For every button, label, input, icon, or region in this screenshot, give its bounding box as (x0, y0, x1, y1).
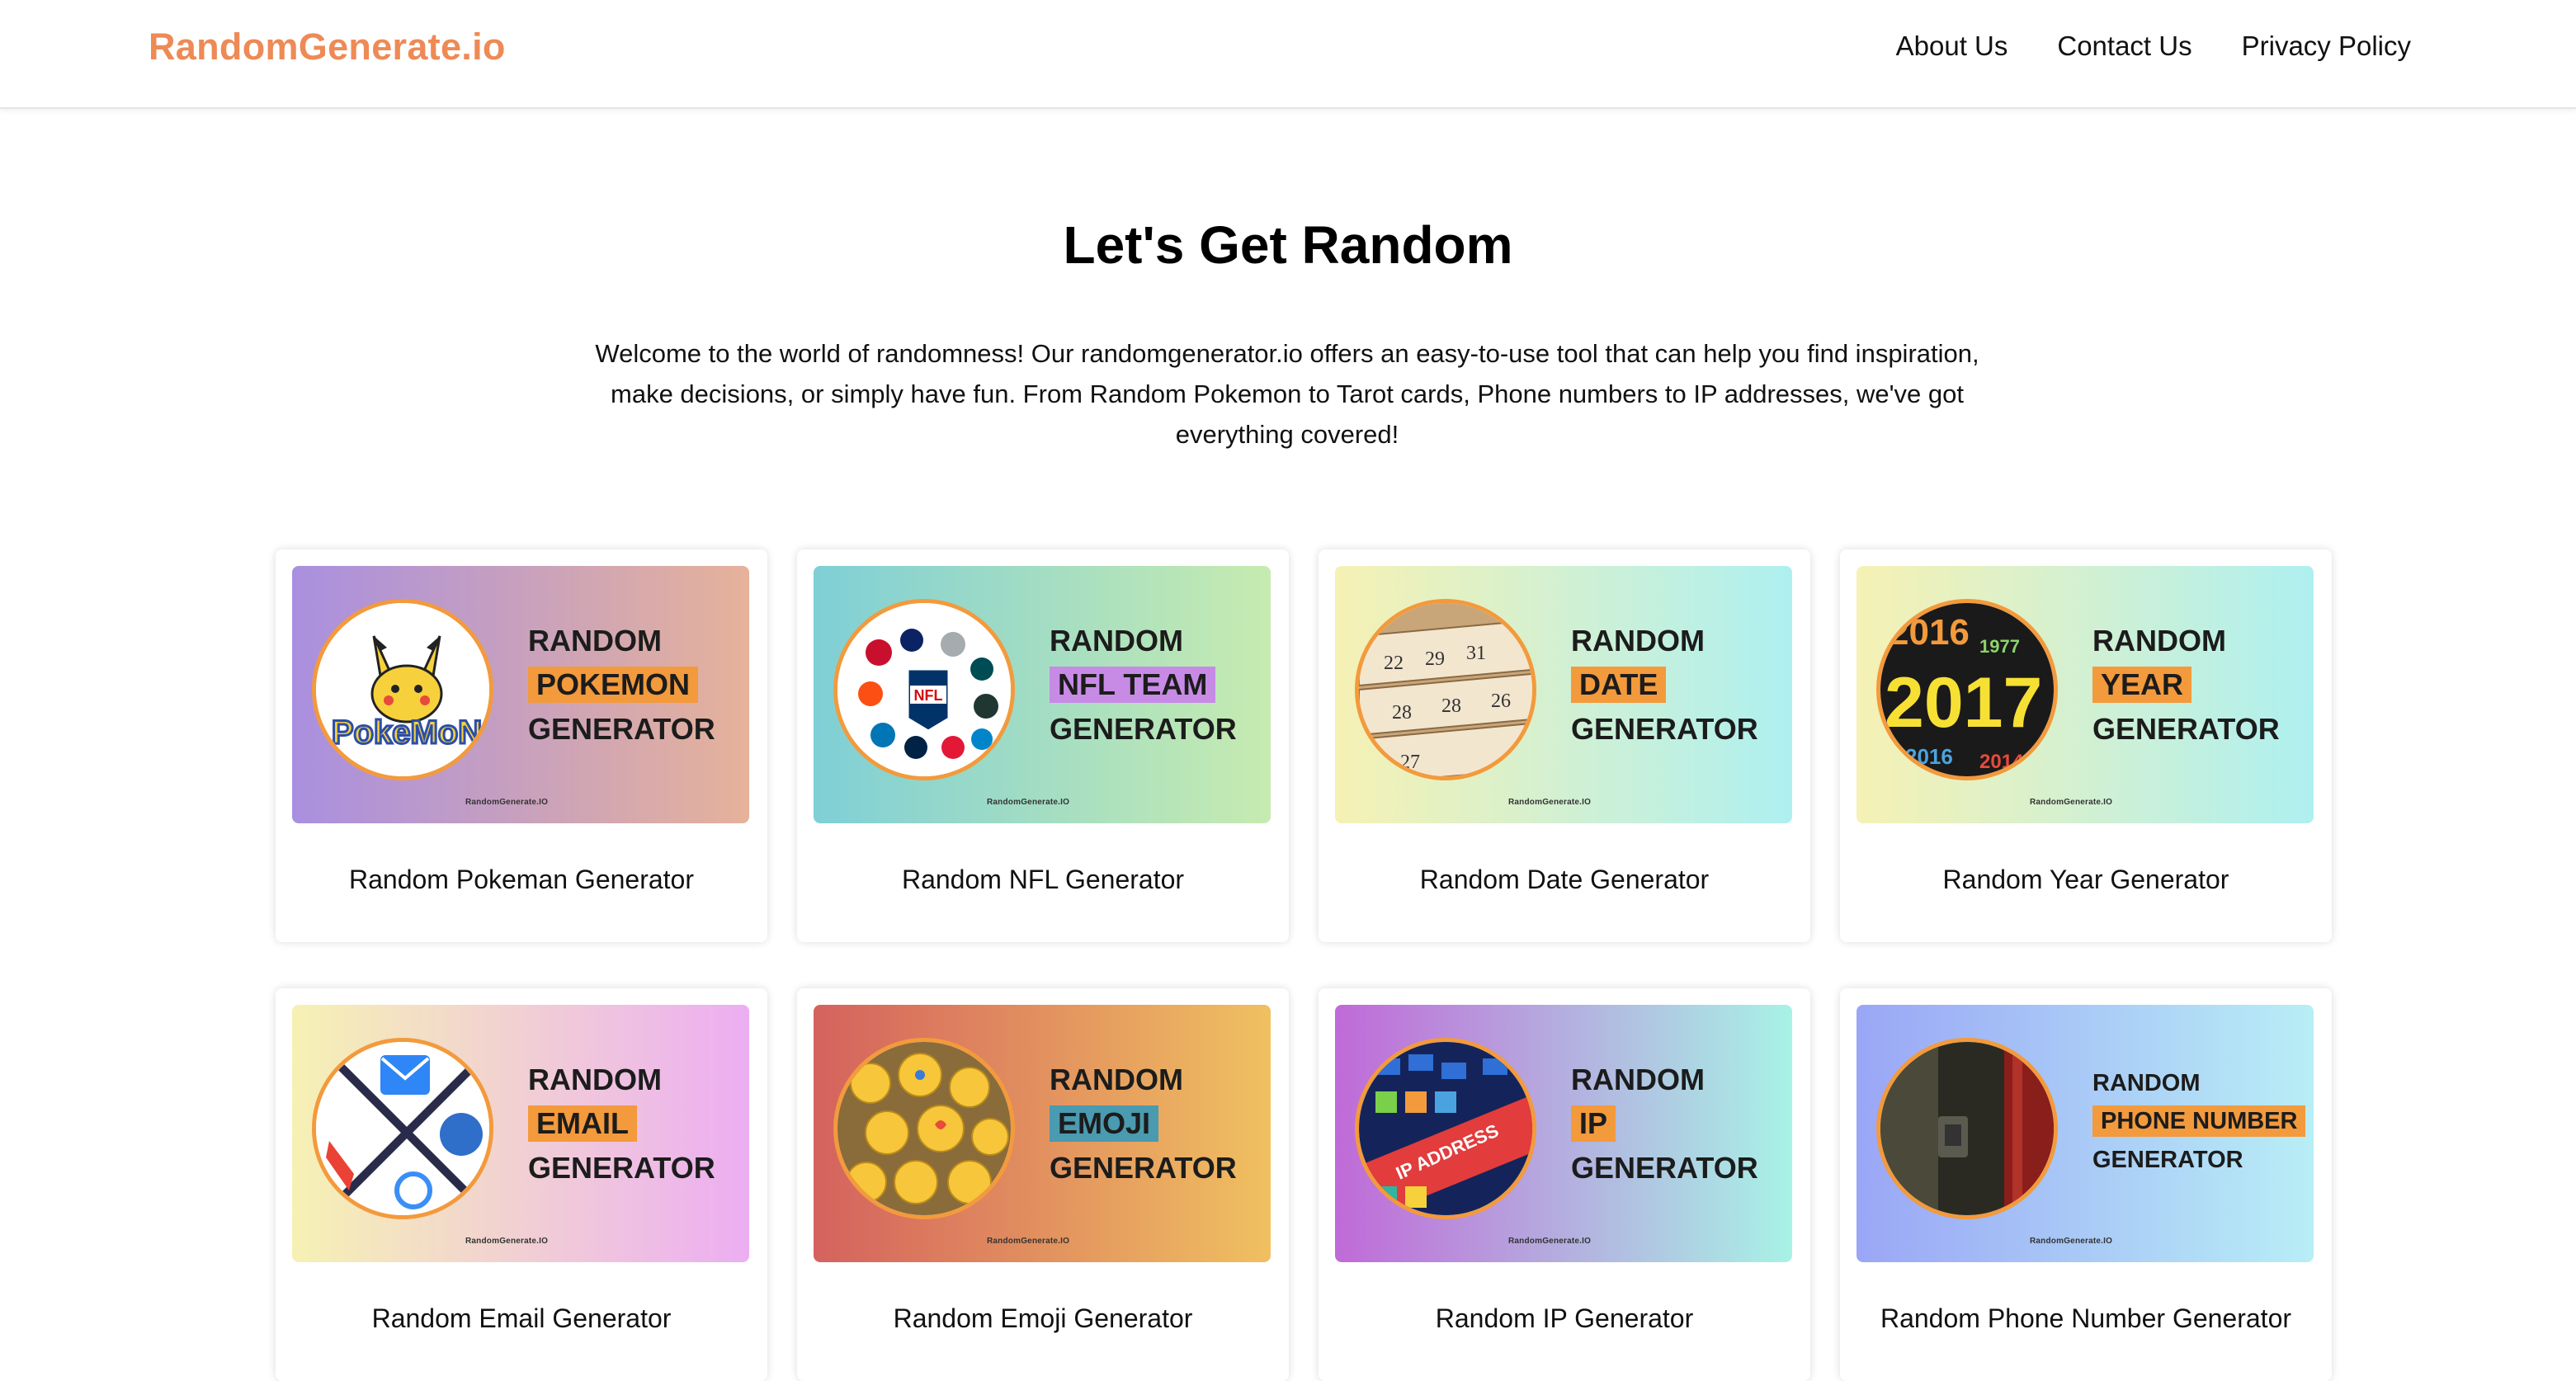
banner-text: RANDOM POKEMON GENERATOR (528, 619, 743, 751)
banner-site-tag: RandomGenerate.IO (2030, 798, 2113, 807)
generator-card-title[interactable]: Random IP Generator (1319, 1300, 1810, 1336)
generator-card[interactable]: NFL RANDOM NFL TEAM GENERATOR RandomGenerate… (797, 549, 1289, 942)
banner-highlight-word: DATE (1571, 667, 1667, 703)
banner-word: GENERATOR (1571, 712, 1758, 746)
generator-card[interactable]: RANDOM EMAIL GENERATOR RandomGenerate.IO Ran… (276, 988, 767, 1381)
banner-highlight-word: NFL TEAM (1050, 667, 1216, 703)
banner-text: RANDOM YEAR GENERATOR (2092, 619, 2307, 751)
generator-grid: PokeMoN RANDOM POKEMON GENERATOR RandomGener… (276, 549, 2333, 1381)
circle-text: NFL (914, 687, 943, 704)
svg-text:2016: 2016 (1889, 612, 1970, 653)
page-title: Let's Get Random (1063, 215, 1513, 275)
banner-word: RANDOM (2092, 624, 2226, 658)
banner-highlight-word: PHONE NUMBER (2092, 1105, 2306, 1137)
nfl-logos-icon: NFL (833, 599, 1015, 780)
banner-text: RANDOM EMAIL GENERATOR (528, 1058, 743, 1190)
generator-card-title[interactable]: Random Year Generator (1840, 861, 2332, 898)
svg-text:2016: 2016 (1905, 744, 1953, 769)
intro-line: everything covered! (1175, 420, 1399, 449)
banner-highlight-word: EMAIL (528, 1105, 637, 1142)
banner-text: RANDOM PHONE NUMBER GENERATOR (2092, 1064, 2307, 1179)
nav-privacy-policy[interactable]: Privacy Policy (2242, 28, 2411, 64)
intro-line: Welcome to the world of randomness! Our … (595, 339, 1979, 368)
top-navbar: RandomGenerate.io About Us Contact Us Pr… (0, 0, 2576, 109)
banner-word: RANDOM (1050, 1063, 1183, 1096)
svg-text:22: 22 (1384, 653, 1404, 674)
svg-text:26: 26 (1491, 690, 1511, 712)
svg-text:28: 28 (1441, 695, 1461, 717)
banner-site-tag: RandomGenerate.IO (1508, 798, 1592, 807)
generator-banner-image[interactable]: 22 29 31 28 28 26 27 RANDOM DATE GENERATOR RandomG… (1335, 566, 1792, 823)
emoji-pile-icon (833, 1038, 1015, 1219)
pikachu-icon: PokeMoN (312, 599, 493, 780)
intro-line: make decisions, or simply have fun. From… (611, 379, 1964, 408)
banner-word: GENERATOR (1571, 1151, 1758, 1185)
banner-word: GENERATOR (1050, 712, 1237, 746)
intro-text: Welcome to the world of randomness! Our … (545, 333, 2030, 455)
ip-address-icon: IP ADDRESS (1355, 1038, 1536, 1219)
banner-word: GENERATOR (528, 712, 715, 746)
generator-card-title[interactable]: Random Pokeman Generator (276, 861, 767, 898)
generator-banner-image[interactable]: IP ADDRESS RANDOM IP GENERATOR RandomGenerat… (1335, 1005, 1792, 1262)
banner-site-tag: RandomGenerate.IO (1508, 1237, 1592, 1246)
generator-card[interactable]: 22 29 31 28 28 26 27 RANDOM DATE GENERATOR RandomG… (1319, 549, 1810, 942)
nav-about-us[interactable]: About Us (1896, 28, 2008, 64)
banner-site-tag: RandomGenerate.IO (465, 1237, 549, 1246)
generator-banner-image[interactable]: RANDOM EMAIL GENERATOR RandomGenerate.IO (292, 1005, 749, 1262)
banner-word: RANDOM (1050, 624, 1183, 658)
circle-text: PokeMoN (332, 714, 482, 751)
year-numbers-icon: 2016 2017 2016 2014 1977 (1876, 599, 2058, 780)
generator-card[interactable]: RANDOM EMOJI GENERATOR RandomGenerate.IO Ran… (797, 988, 1289, 1381)
banner-word: GENERATOR (528, 1151, 715, 1185)
banner-text: RANDOM NFL TEAM GENERATOR (1050, 619, 1264, 751)
banner-word: GENERATOR (2092, 712, 2280, 746)
generator-banner-image[interactable]: RANDOM EMOJI GENERATOR RandomGenerate.IO (814, 1005, 1271, 1262)
nav-links: About Us Contact Us Privacy Policy (1896, 28, 2411, 64)
banner-word: RANDOM (528, 624, 662, 658)
generator-banner-image[interactable]: 2016 2017 2016 2014 1977 RANDOM YEAR GENERATOR R… (1857, 566, 2314, 823)
generator-banner-image[interactable]: NFL RANDOM NFL TEAM GENERATOR RandomGenerate… (814, 566, 1271, 823)
banner-word: RANDOM (1571, 624, 1705, 658)
circle-text: 2017 (1885, 663, 2042, 742)
svg-text:1977: 1977 (1979, 636, 2020, 657)
generator-card-title[interactable]: Random Email Generator (276, 1300, 767, 1336)
banner-word: RANDOM (528, 1063, 662, 1096)
generator-card[interactable]: 2016 2017 2016 2014 1977 RANDOM YEAR GENERATOR R… (1840, 549, 2332, 942)
banner-site-tag: RandomGenerate.IO (987, 1237, 1070, 1246)
phone-booth-icon (1876, 1038, 2058, 1219)
circle-text: 29 (1425, 648, 1445, 670)
svg-text:27: 27 (1400, 752, 1420, 773)
banner-highlight-word: EMOJI (1050, 1105, 1159, 1142)
svg-text:31: 31 (1466, 643, 1486, 664)
banner-highlight-word: POKEMON (528, 667, 699, 703)
banner-text: RANDOM IP GENERATOR (1571, 1058, 1786, 1190)
svg-text:28: 28 (1392, 702, 1412, 723)
banner-site-tag: RandomGenerate.IO (465, 798, 549, 807)
banner-site-tag: RandomGenerate.IO (987, 798, 1070, 807)
banner-highlight-word: IP (1571, 1105, 1616, 1142)
email-apps-icon (312, 1038, 493, 1219)
generator-card-title[interactable]: Random Date Generator (1319, 861, 1810, 898)
svg-text:2014: 2014 (1979, 751, 2024, 773)
generator-card[interactable]: RANDOM PHONE NUMBER GENERATOR RandomGenerat… (1840, 988, 2332, 1381)
generator-banner-image[interactable]: RANDOM PHONE NUMBER GENERATOR RandomGenerat… (1857, 1005, 2314, 1262)
generator-card-title[interactable]: Random Emoji Generator (797, 1300, 1289, 1336)
generator-card[interactable]: PokeMoN RANDOM POKEMON GENERATOR RandomGener… (276, 549, 767, 942)
calendar-icon: 22 29 31 28 28 26 27 (1355, 599, 1536, 780)
banner-site-tag: RandomGenerate.IO (2030, 1237, 2113, 1246)
nav-contact-us[interactable]: Contact Us (2057, 28, 2191, 64)
banner-text: RANDOM DATE GENERATOR (1571, 619, 1786, 751)
banner-word: RANDOM (1571, 1063, 1705, 1096)
banner-highlight-word: YEAR (2092, 667, 2192, 703)
brand-logo-link[interactable]: RandomGenerate.io (149, 25, 506, 69)
generator-card-title[interactable]: Random Phone Number Generator (1840, 1300, 2332, 1336)
generator-card[interactable]: IP ADDRESS RANDOM IP GENERATOR RandomGenerat… (1319, 988, 1810, 1381)
banner-word: GENERATOR (1050, 1151, 1237, 1185)
banner-text: RANDOM EMOJI GENERATOR (1050, 1058, 1264, 1190)
banner-word: RANDOM (2092, 1070, 2201, 1096)
banner-word: GENERATOR (2092, 1147, 2243, 1173)
generator-banner-image[interactable]: PokeMoN RANDOM POKEMON GENERATOR RandomGener… (292, 566, 749, 823)
generator-card-title[interactable]: Random NFL Generator (797, 861, 1289, 898)
